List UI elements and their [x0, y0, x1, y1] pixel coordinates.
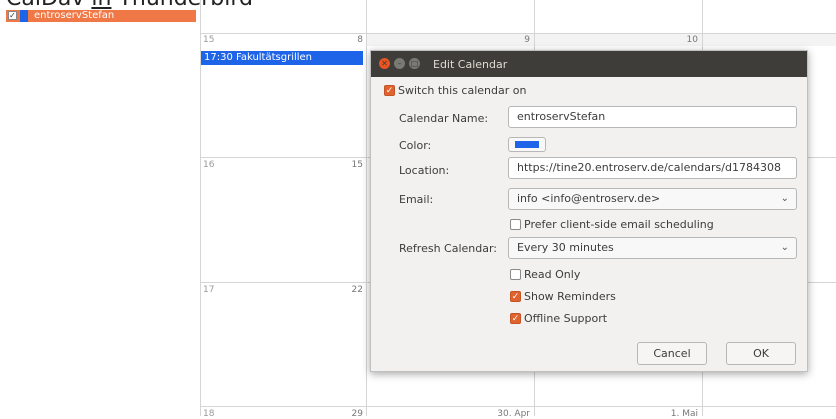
week-number: 15: [203, 35, 215, 45]
email-select-value: info <info@entroserv.de>: [517, 192, 661, 205]
day-number: 29: [351, 409, 363, 419]
refresh-calendar-label: Refresh Calendar:: [399, 242, 498, 255]
cancel-button[interactable]: Cancel: [637, 342, 707, 365]
color-picker-button[interactable]: [508, 137, 546, 152]
day-number: 1. Mai: [670, 409, 698, 419]
color-swatch: [515, 141, 539, 148]
email-select[interactable]: info <info@entroserv.de> ⌄: [508, 188, 797, 210]
grid-line: [366, 0, 367, 416]
day-number: 30. Apr: [497, 409, 530, 419]
dialog-titlebar: ✕ – □ Edit Calendar: [371, 51, 807, 77]
week-number: 16: [203, 160, 215, 170]
chevron-down-icon: ⌄: [780, 242, 789, 253]
calendar-color-swatch: [20, 10, 28, 22]
show-reminders-label: Show Reminders: [524, 290, 616, 303]
read-only-label: Read Only: [524, 268, 581, 281]
read-only-checkbox[interactable]: [510, 269, 521, 280]
offline-support-checkbox[interactable]: ✓: [510, 313, 521, 324]
prefer-client-scheduling-checkbox[interactable]: [510, 219, 521, 230]
switch-calendar-on-label: Switch this calendar on: [398, 84, 527, 97]
week-number: 17: [203, 285, 215, 295]
calendar-list-name: entroservStefan: [34, 10, 115, 21]
day-number: 22: [351, 285, 363, 295]
refresh-calendar-value: Every 30 minutes: [517, 241, 614, 254]
day-number: 10: [686, 35, 698, 45]
refresh-calendar-select[interactable]: Every 30 minutes ⌄: [508, 237, 797, 259]
calendar-event[interactable]: 17:30 Fakultätsgrillen: [201, 51, 363, 65]
switch-calendar-on-checkbox[interactable]: ✓: [384, 85, 395, 96]
day-number: 9: [524, 35, 530, 45]
calendar-name-input[interactable]: entroservStefan: [508, 106, 797, 128]
maximize-icon[interactable]: □: [409, 58, 420, 69]
location-label: Location:: [399, 164, 450, 177]
day-number: 8: [357, 35, 363, 45]
week-number: 18: [203, 409, 215, 419]
edit-calendar-dialog: ✕ – □ Edit Calendar ✓ Switch this calend…: [370, 50, 808, 372]
calendar-name-label: Calendar Name:: [399, 112, 489, 125]
color-label: Color:: [399, 139, 432, 152]
close-icon[interactable]: ✕: [379, 58, 390, 69]
ok-button[interactable]: OK: [726, 342, 796, 365]
day-header-band: [703, 34, 836, 46]
prefer-client-scheduling-label: Prefer client-side email scheduling: [524, 218, 714, 231]
minimize-icon[interactable]: –: [394, 58, 405, 69]
calendar-list-item[interactable]: ✓ entroservStefan: [6, 10, 196, 22]
email-label: Email:: [399, 193, 434, 206]
offline-support-label: Offline Support: [524, 312, 608, 325]
location-input[interactable]: https://tine20.entroserv.de/calendars/d1…: [508, 157, 797, 179]
show-reminders-checkbox[interactable]: ✓: [510, 291, 521, 302]
day-number: 15: [351, 160, 363, 170]
dialog-title: Edit Calendar: [433, 58, 508, 71]
calendar-enabled-checkbox[interactable]: ✓: [8, 11, 17, 20]
grid-line: [200, 406, 836, 407]
chevron-down-icon: ⌄: [780, 193, 789, 204]
